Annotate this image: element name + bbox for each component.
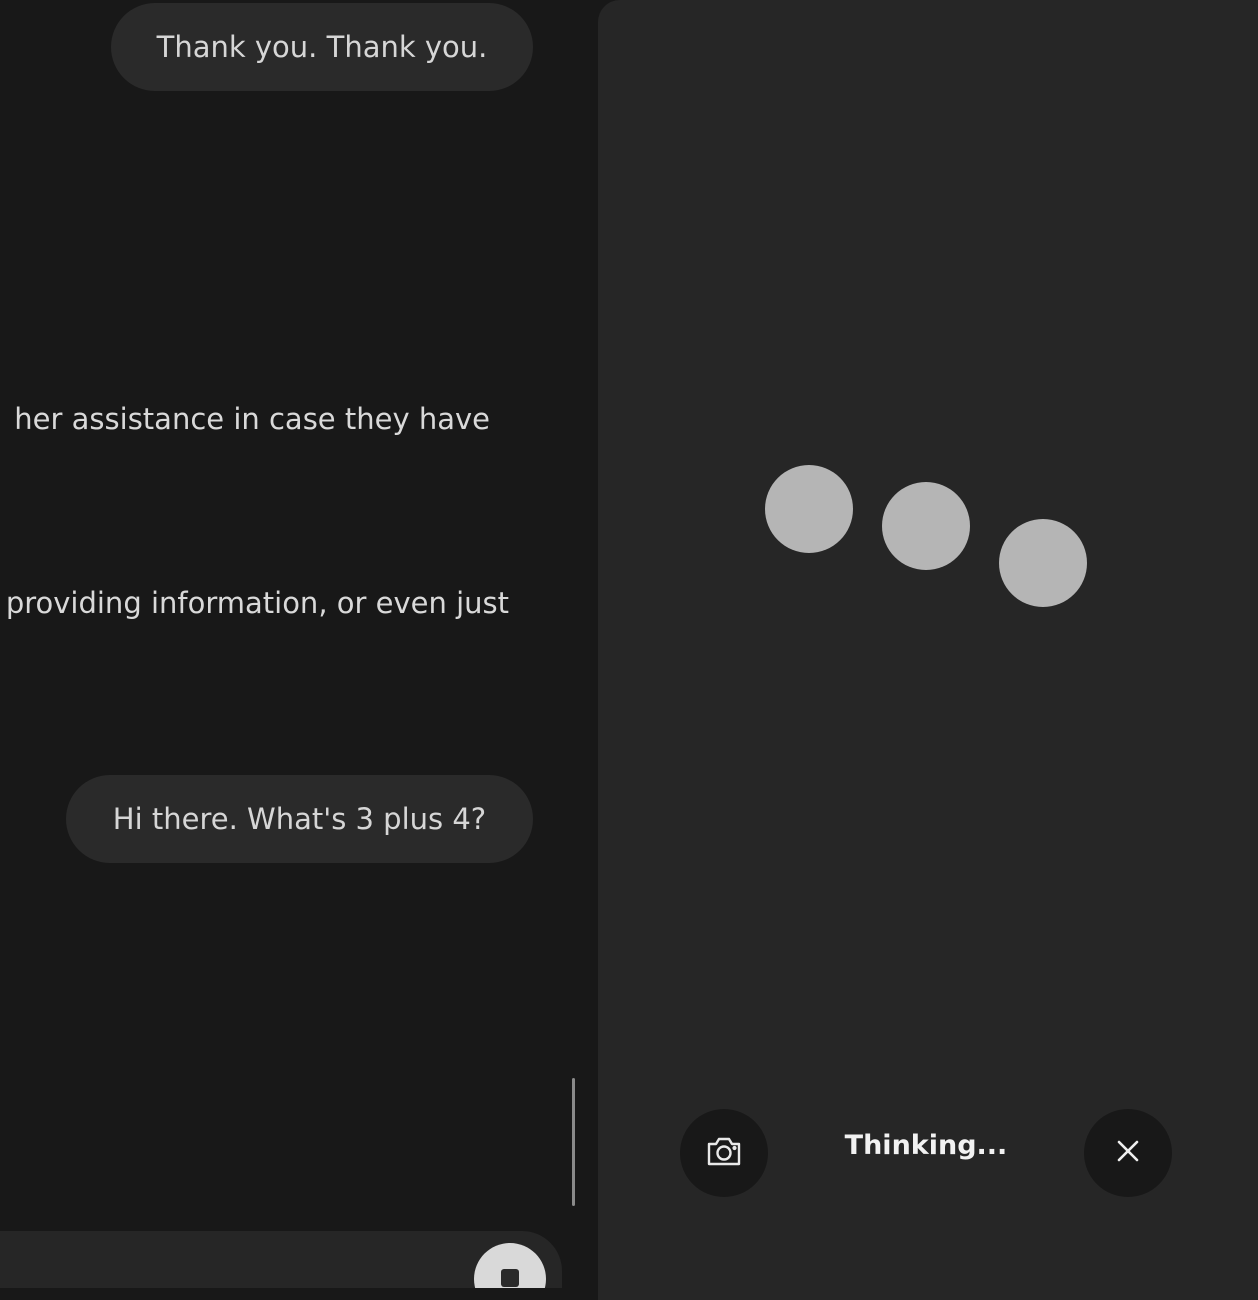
user-message-bubble: Hi there. What's 3 plus 4? [66,775,533,863]
voice-status-text: Thinking... [844,1130,1008,1161]
camera-icon [705,1134,743,1172]
chat-pane: Thank you. Thank you. her assistance in … [0,0,598,1288]
user-message-text: Hi there. What's 3 plus 4? [112,802,487,836]
close-voice-button[interactable] [1084,1109,1172,1197]
thinking-dot [999,519,1087,607]
assistant-message-line: her assistance in case they have [14,402,490,436]
user-message-bubble: Thank you. Thank you. [111,3,533,91]
voice-mode-panel: Thinking... [598,0,1258,1300]
close-icon [1115,1138,1141,1168]
user-message-text: Thank you. Thank you. [156,30,488,64]
thinking-dot [765,465,853,553]
stop-icon [501,1269,519,1287]
thinking-dot [882,482,970,570]
camera-button[interactable] [680,1109,768,1197]
scrollbar-thumb[interactable] [572,1078,575,1206]
assistant-message-line: providing information, or even just [5,586,509,620]
